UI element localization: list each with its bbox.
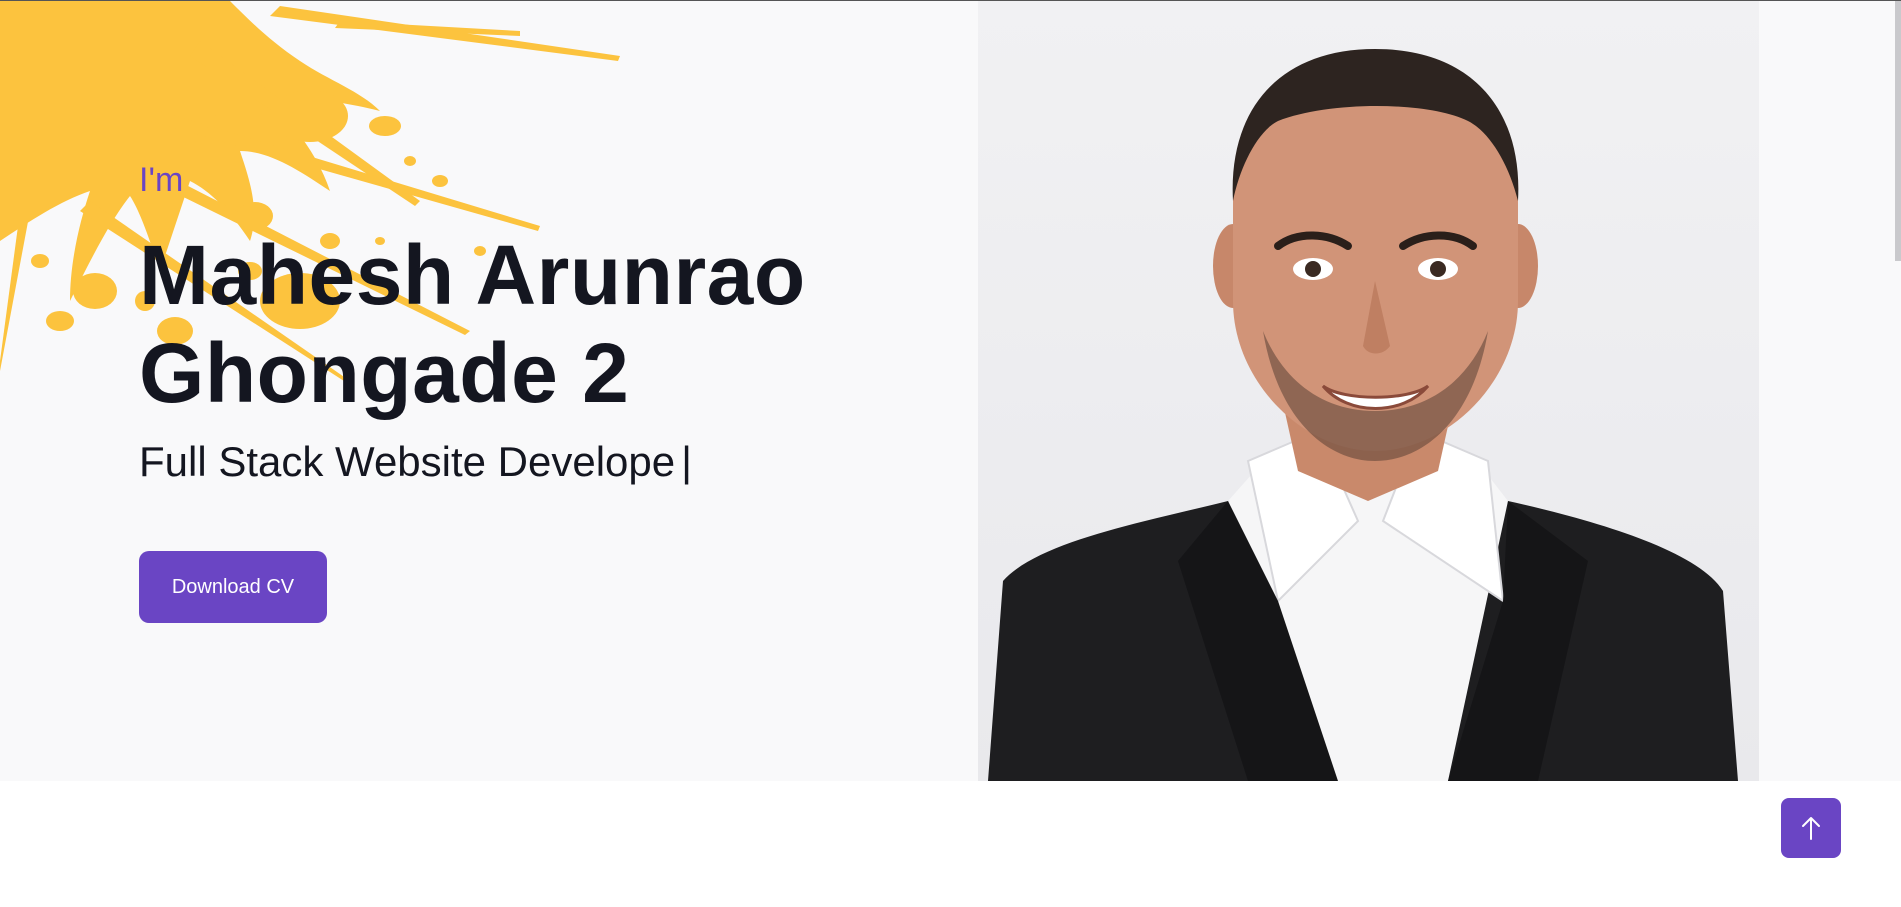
intro-text: I'm (139, 161, 184, 199)
scroll-to-top-button[interactable] (1781, 798, 1841, 858)
arrow-up-icon (1802, 817, 1820, 840)
role-text: Full Stack Website Develope | (139, 438, 692, 486)
name-line-1: Mahesh Arunrao (139, 228, 806, 322)
scrollbar-thumb[interactable] (1895, 1, 1901, 261)
hero-section: I'm Mahesh Arunrao Ghongade 2 Full Stack… (0, 1, 1901, 781)
download-cv-button[interactable]: Download CV (139, 551, 327, 623)
hero-name: Mahesh Arunrao Ghongade 2 (139, 226, 959, 422)
portrait-illustration (988, 49, 1738, 781)
page: I'm Mahesh Arunrao Ghongade 2 Full Stack… (0, 0, 1901, 907)
role-label: Full Stack Website Develope (139, 438, 676, 485)
typing-cursor: | (681, 438, 693, 485)
name-line-2: Ghongade 2 (139, 326, 630, 420)
profile-photo (978, 1, 1759, 781)
